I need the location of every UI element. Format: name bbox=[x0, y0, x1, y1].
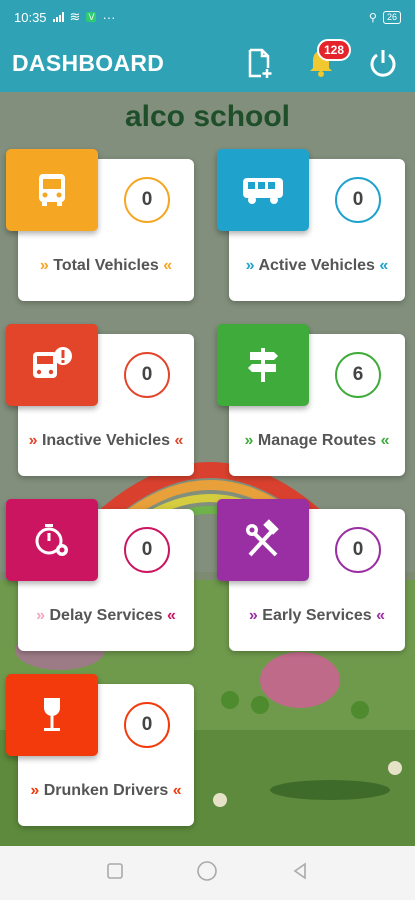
count-badge: 0 bbox=[124, 702, 170, 748]
shield-icon: V bbox=[86, 12, 97, 22]
mute-icon: ⚲ bbox=[368, 11, 377, 24]
card-label: Manage Routes bbox=[257, 432, 377, 449]
school-name: alco school bbox=[124, 100, 291, 133]
count-badge: 0 bbox=[124, 177, 170, 223]
notification-badge: 128 bbox=[316, 39, 351, 61]
card-early-services[interactable]: 0 » Early Services « bbox=[217, 499, 405, 651]
card-label: Total Vehicles bbox=[53, 257, 159, 274]
card-total-vehicles[interactable]: 0 » Total Vehicles « bbox=[6, 149, 194, 301]
tile bbox=[217, 149, 309, 231]
notification-bell-icon[interactable]: 128 bbox=[301, 39, 351, 83]
card-label: Drunken Drivers bbox=[43, 782, 169, 799]
card-active-vehicles[interactable]: 0 » Active Vehicles « bbox=[217, 149, 405, 301]
system-nav-bar bbox=[0, 846, 415, 900]
tile bbox=[6, 324, 98, 406]
card-inactive-vehicles[interactable]: 0 » Inactive Vehicles « bbox=[6, 324, 194, 476]
wine-glass-icon bbox=[44, 698, 60, 731]
page-title: DASHBOARD bbox=[12, 49, 165, 76]
signpost-icon bbox=[248, 348, 278, 382]
status-time: 10:35 bbox=[14, 9, 47, 25]
count-badge: 6 bbox=[335, 352, 381, 398]
card-label: Delay Services bbox=[49, 607, 163, 624]
card-manage-routes[interactable]: 6 » Manage Routes « bbox=[217, 324, 405, 476]
tile bbox=[6, 674, 98, 756]
tile bbox=[6, 499, 98, 581]
back-icon[interactable] bbox=[291, 861, 309, 885]
tile bbox=[6, 149, 98, 231]
card-delay-services[interactable]: 0 » Delay Services « bbox=[6, 499, 194, 651]
home-icon[interactable] bbox=[196, 860, 218, 887]
app-bar: DASHBOARD 128 bbox=[0, 34, 415, 92]
card-label: Inactive Vehicles bbox=[41, 432, 171, 449]
hammer-wrench-icon bbox=[246, 519, 279, 557]
count-badge: 0 bbox=[335, 527, 381, 573]
count-badge: 0 bbox=[124, 527, 170, 573]
bus-alert-icon bbox=[33, 347, 72, 378]
status-bar: 10:35 ≋ V ··· ⚲ 26 bbox=[0, 0, 415, 34]
count-badge: 0 bbox=[124, 352, 170, 398]
card-label: Active Vehicles bbox=[258, 257, 375, 274]
timer-gear-icon bbox=[35, 524, 68, 556]
battery-icon: 26 bbox=[382, 10, 401, 24]
power-icon[interactable] bbox=[363, 43, 403, 83]
bus-icon bbox=[39, 174, 65, 206]
tile bbox=[217, 324, 309, 406]
tile bbox=[217, 499, 309, 581]
card-drunken-drivers[interactable]: 0 » Drunken Drivers « bbox=[6, 674, 194, 826]
recent-apps-icon[interactable] bbox=[106, 862, 124, 885]
bus-side-icon bbox=[243, 178, 283, 204]
count-badge: 0 bbox=[335, 177, 381, 223]
card-label: Early Services bbox=[262, 607, 372, 624]
wifi-icon: ≋ bbox=[69, 9, 81, 24]
add-document-icon[interactable] bbox=[239, 43, 279, 83]
signal-icon bbox=[52, 12, 64, 22]
more-icon: ··· bbox=[102, 9, 116, 25]
